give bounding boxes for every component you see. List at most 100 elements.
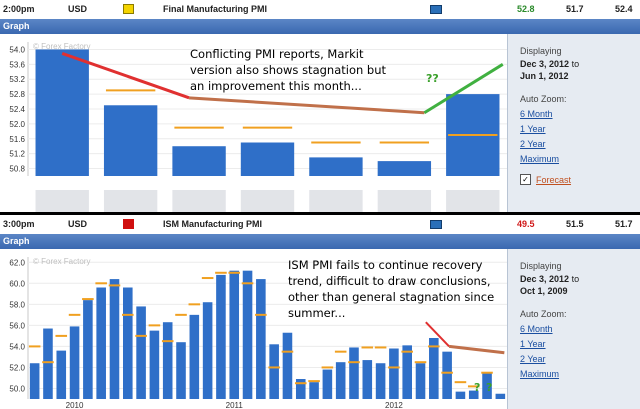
forecast-value: 51.7 [566, 4, 584, 14]
data-bar [495, 393, 506, 399]
data-bar [389, 348, 399, 399]
range-sidebar: Displaying Dec 3, 2012 to Oct 1, 2009 Au… [507, 249, 640, 409]
displaying-label: Displaying [520, 261, 562, 271]
auto-zoom-label: Auto Zoom: [520, 309, 567, 319]
y-tick-label: 50.8 [9, 165, 25, 174]
data-bar [202, 302, 213, 399]
actual-value: 49.5 [517, 219, 535, 229]
y-tick-label: 52.8 [9, 90, 25, 99]
data-bar [172, 146, 226, 176]
data-bar [295, 379, 306, 399]
x-tick-label: 2011 [226, 401, 244, 409]
ism-manufacturing-pmi-panel: 3:00pm USD ISM Manufacturing PMI 49.5 51… [0, 215, 640, 409]
data-bar [83, 300, 93, 399]
y-tick-label: 56.0 [9, 321, 25, 330]
data-bar [29, 363, 40, 399]
event-currency: USD [68, 219, 88, 229]
y-tick-label: 53.6 [9, 60, 25, 69]
data-bar [269, 344, 279, 399]
forecast-value: 51.5 [566, 219, 584, 229]
data-bar [455, 391, 466, 399]
data-bar [229, 270, 240, 399]
zoom-6-month[interactable]: 6 Month [520, 324, 640, 334]
data-bar [216, 274, 226, 399]
annotation-text: ISM PMI fails to continue recovery trend… [288, 258, 495, 320]
y-tick-label: 52.4 [9, 105, 25, 114]
y-tick-label: 58.0 [9, 300, 25, 309]
data-bar [176, 342, 186, 399]
event-time: 2:00pm [3, 4, 35, 14]
event-title[interactable]: Final Manufacturing PMI [163, 4, 267, 14]
y-tick-label: 51.6 [9, 135, 25, 144]
data-bar [96, 287, 106, 399]
y-tick-label: 50.0 [9, 384, 25, 393]
zoom-maximum[interactable]: Maximum [520, 369, 640, 379]
event-row[interactable]: 2:00pm USD Final Manufacturing PMI 52.8 … [0, 0, 640, 20]
y-tick-label: 60.0 [9, 279, 25, 288]
question-mark: ? [474, 381, 481, 394]
pmi-chart: 62.0 60.0 58.0 56.0 54.0 52.0 50.0 © Forex Fact… [0, 249, 507, 409]
event-row[interactable]: 3:00pm USD ISM Manufacturing PMI 49.5 51… [0, 215, 640, 235]
auto-zoom-label: Auto Zoom: [520, 94, 567, 104]
volume-bar [240, 190, 295, 212]
volume-bar [377, 190, 432, 212]
graph-header: Graph [0, 234, 640, 249]
forecast-link[interactable]: Forecast [536, 175, 571, 185]
data-bar [349, 347, 359, 399]
y-tick-label: 52.0 [9, 120, 25, 129]
final-manufacturing-pmi-panel: 2:00pm USD Final Manufacturing PMI 52.8 … [0, 0, 640, 215]
previous-value: 52.4 [615, 4, 633, 14]
data-bar [335, 362, 346, 399]
volume-bar [172, 190, 226, 212]
zoom-2-year[interactable]: 2 Year [520, 139, 640, 149]
data-bar [375, 363, 386, 399]
medium-impact-icon [123, 4, 134, 14]
detail-icon[interactable] [430, 5, 442, 14]
forecast-toggle[interactable]: ✓ Forecast [520, 174, 640, 185]
data-bar [242, 270, 253, 399]
zoom-1-year[interactable]: 1 Year [520, 339, 640, 349]
data-bar [35, 49, 89, 176]
data-bar [136, 306, 146, 399]
question-mark: ? [486, 381, 493, 394]
annotation-text: Conflicting PMI reports, Markit version … [190, 47, 387, 93]
previous-value: 51.7 [615, 219, 633, 229]
x-tick-label: 2012 [385, 401, 403, 409]
event-title[interactable]: ISM Manufacturing PMI [163, 219, 262, 229]
data-bar [149, 330, 160, 399]
displaying-label: Displaying [520, 46, 562, 56]
data-bar [442, 351, 452, 399]
zoom-2-year[interactable]: 2 Year [520, 354, 640, 364]
zoom-maximum[interactable]: Maximum [520, 154, 640, 164]
data-bar [415, 363, 426, 399]
high-impact-icon [123, 219, 134, 229]
graph-header: Graph [0, 19, 640, 34]
event-currency: USD [68, 4, 88, 14]
actual-value: 52.8 [517, 4, 535, 14]
y-tick-label: 54.0 [9, 45, 25, 54]
volume-bar [35, 190, 89, 212]
volume-bar [309, 190, 363, 212]
data-bar [402, 345, 412, 399]
data-bar [69, 326, 80, 399]
forecast-checkbox[interactable]: ✓ [520, 174, 531, 185]
data-bar [309, 382, 319, 399]
data-bar [362, 360, 373, 399]
data-bar [256, 279, 266, 399]
event-time: 3:00pm [3, 219, 35, 229]
zoom-6-month[interactable]: 6 Month [520, 109, 640, 119]
data-bar [103, 105, 158, 176]
data-bar [109, 279, 120, 399]
data-bar [43, 328, 53, 399]
detail-icon[interactable] [430, 220, 442, 229]
pmi-chart: 54.0 53.6 53.2 52.8 52.4 52.0 51.6 51.2 50.8 © Fo… [0, 34, 507, 212]
data-bar [123, 287, 133, 399]
y-tick-label: 52.0 [9, 363, 25, 372]
data-bar [282, 332, 293, 399]
zoom-1-year[interactable]: 1 Year [520, 124, 640, 134]
volume-bar [446, 190, 500, 212]
y-tick-label: 54.0 [9, 342, 25, 351]
x-tick-label: 2010 [66, 401, 84, 409]
question-marks: ?? [426, 72, 439, 85]
data-bar [377, 161, 432, 176]
